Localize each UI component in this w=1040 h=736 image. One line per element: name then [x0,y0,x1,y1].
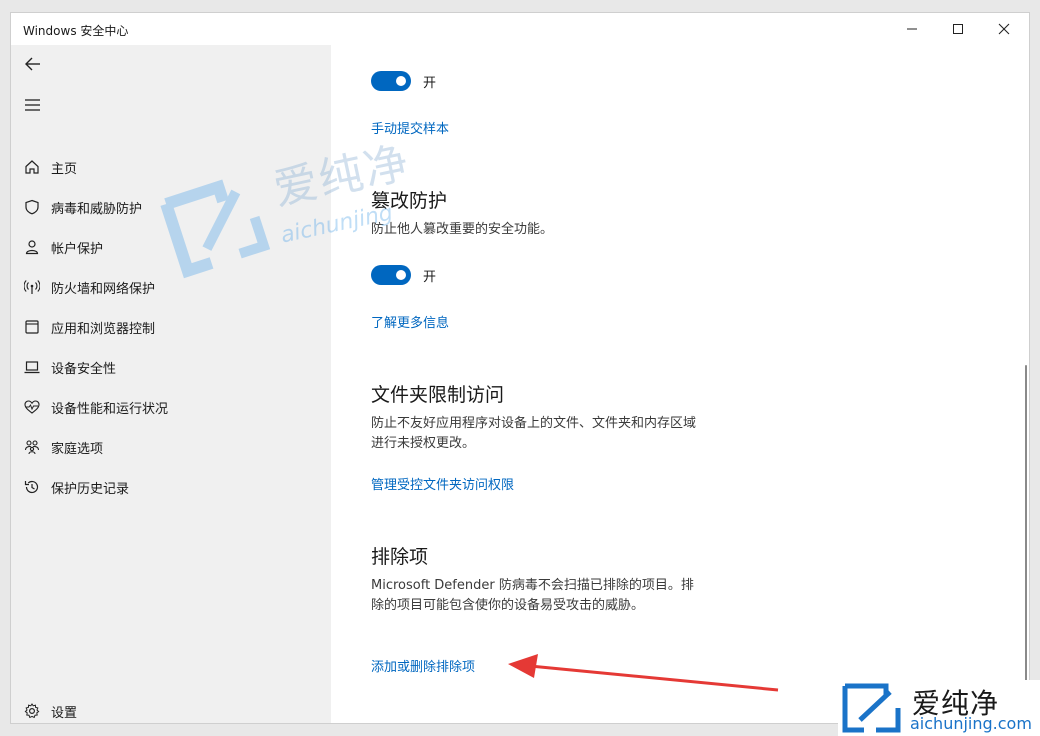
window-title: Windows 安全中心 [23,24,129,38]
sidebar-item-device-performance[interactable]: 设备性能和运行状况 [21,389,321,425]
sidebar-item-label: 家庭选项 [51,441,104,457]
back-arrow-icon [25,57,40,71]
main-content: 开 手动提交样本 篡改防护 防止他人篡改重要的安全功能。 开 了解更多信息 文件… [331,45,1029,723]
vertical-scrollbar[interactable] [1025,365,1027,685]
sidebar-item-home[interactable]: 主页 [21,149,321,185]
gear-icon [23,702,41,720]
minimize-icon [907,28,917,30]
app-window-icon [23,318,41,336]
laptop-icon [23,358,41,376]
sidebar-item-protection-history[interactable]: 保护历史记录 [21,469,321,505]
sidebar-item-label: 保护历史记录 [51,481,130,497]
sidebar-item-label: 设备性能和运行状况 [51,401,169,417]
sidebar-item-label: 设备安全性 [51,361,117,377]
heart-pulse-icon [23,398,41,416]
sidebar-item-firewall[interactable]: 防火墙和网络保护 [21,269,321,305]
cloud-protection-toggle-row: 开 [371,70,436,92]
learn-more-link[interactable]: 了解更多信息 [371,312,449,331]
sidebar-item-family-options[interactable]: 家庭选项 [21,429,321,465]
sidebar-item-label: 主页 [51,161,78,177]
toggle-state-label: 开 [423,75,437,91]
tamper-protection-description: 防止他人篡改重要的安全功能。 [371,222,554,237]
maximize-icon [953,24,963,34]
maximize-button[interactable] [935,13,981,45]
sidebar-item-app-browser-control[interactable]: 应用和浏览器控制 [21,309,321,345]
sidebar: 主页 病毒和威胁防护 帐户保护 防火墙和网络保护 应用和浏览器控制 设备安全性 … [11,45,331,723]
exclusions-heading: 排除项 [371,546,429,568]
tamper-protection-toggle[interactable] [371,265,411,285]
sidebar-item-virus-protection[interactable]: 病毒和威胁防护 [21,189,321,225]
sidebar-item-label: 设置 [51,705,78,721]
app-window: Windows 安全中心 主页 病毒和威胁防护 帐户保护 防火墙和网络保护 应用… [10,12,1030,724]
sidebar-item-label: 帐户保护 [51,241,104,257]
family-icon [23,438,41,456]
manage-folder-access-link[interactable]: 管理受控文件夹访问权限 [371,474,514,493]
submit-sample-link[interactable]: 手动提交样本 [371,118,449,137]
title-bar: Windows 安全中心 [11,13,1029,45]
sidebar-item-label: 防火墙和网络保护 [51,281,156,297]
exclusions-description: Microsoft Defender 防病毒不会扫描已排除的项目。排除的项目可能… [371,578,694,613]
cloud-protection-toggle[interactable] [371,71,411,91]
minimize-button[interactable] [889,13,935,45]
sidebar-item-settings[interactable]: 设置 [21,693,321,723]
history-icon [23,478,41,496]
close-button[interactable] [981,13,1027,45]
sidebar-item-device-security[interactable]: 设备安全性 [21,349,321,385]
shield-icon [23,198,41,216]
tamper-protection-heading: 篡改防护 [371,190,448,212]
person-icon [23,238,41,256]
hamburger-icon [25,99,40,111]
sidebar-item-label: 应用和浏览器控制 [51,321,156,337]
antenna-icon [23,278,41,296]
sidebar-item-label: 病毒和威胁防护 [51,201,143,217]
add-remove-exclusions-link[interactable]: 添加或删除排除项 [371,656,475,675]
sidebar-item-account-protection[interactable]: 帐户保护 [21,229,321,265]
hamburger-menu-button[interactable] [23,95,45,117]
tamper-protection-toggle-row: 开 [371,264,436,286]
home-icon [23,158,41,176]
folder-access-heading: 文件夹限制访问 [371,384,505,406]
back-button[interactable] [23,54,45,76]
folder-access-description: 防止不友好应用程序对设备上的文件、文件夹和内存区域进行未授权更改。 [371,416,697,451]
toggle-state-label: 开 [423,269,437,285]
close-icon [998,23,1010,35]
